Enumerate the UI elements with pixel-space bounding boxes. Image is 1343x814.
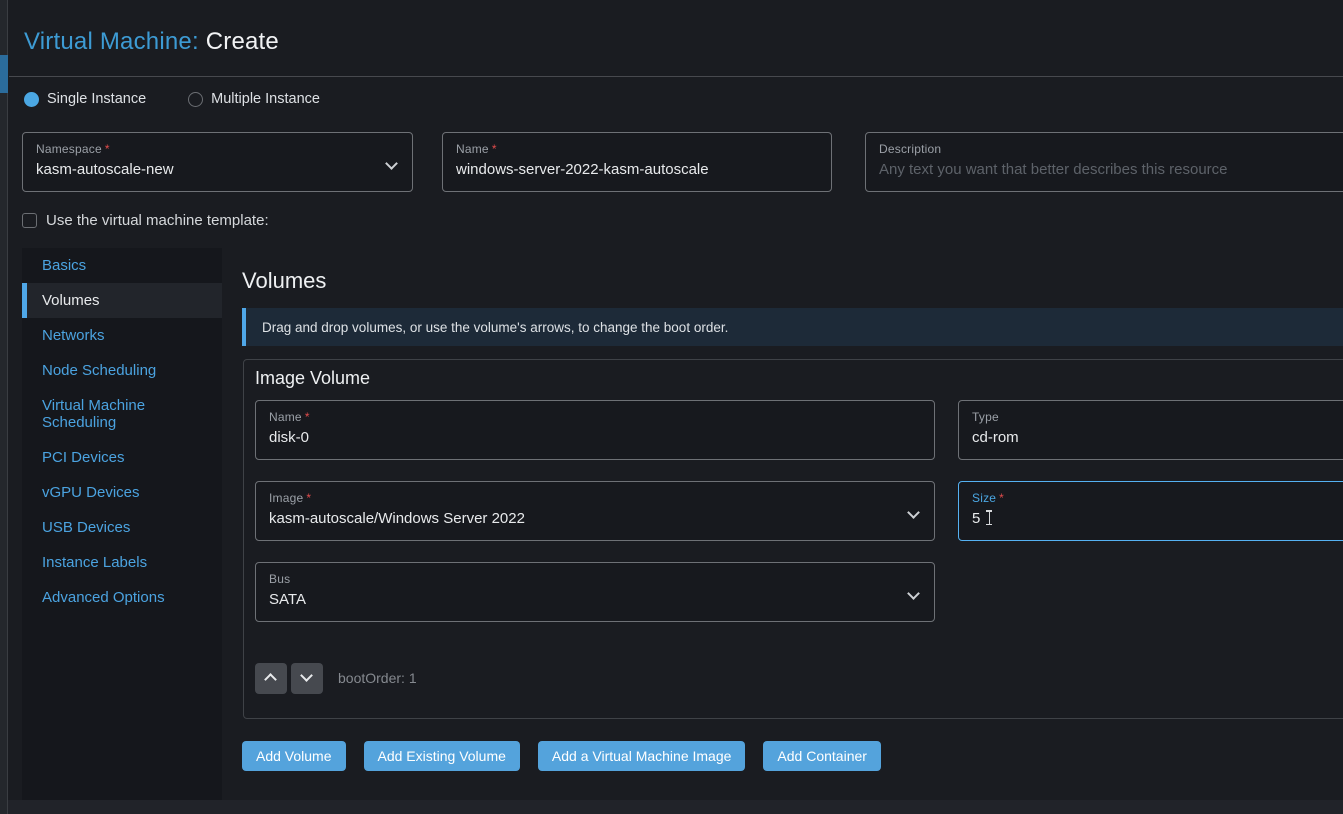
volume-image-label: Image — [269, 491, 303, 505]
use-template-checkbox-row: Use the virtual machine template: — [22, 212, 269, 229]
volume-actions: Add Volume Add Existing Volume Add a Vir… — [242, 741, 881, 771]
volume-bus-value: SATA — [269, 591, 920, 608]
radio-single-instance[interactable]: Single Instance — [24, 91, 146, 107]
tab-vgpu-devices[interactable]: vGPU Devices — [22, 475, 222, 510]
page-title: Virtual Machine: Create — [24, 28, 279, 56]
radio-multiple-instance[interactable]: Multiple Instance — [188, 91, 320, 107]
add-container-button[interactable]: Add Container — [763, 741, 881, 771]
radio-selected-icon — [24, 92, 39, 107]
tab-usb-devices[interactable]: USB Devices — [22, 510, 222, 545]
namespace-value: kasm-autoscale-new — [36, 161, 398, 178]
volume-size-input[interactable]: Size* 5 — [958, 481, 1343, 541]
volume-bus-label: Bus — [269, 572, 290, 586]
volume-name-label: Name — [269, 410, 302, 424]
app-nav-strip — [0, 0, 8, 814]
tab-virtual-machine-scheduling[interactable]: Virtual Machine Scheduling — [22, 388, 222, 440]
page-title-action: Create — [206, 28, 279, 55]
text-cursor-icon — [985, 510, 993, 525]
description-placeholder: Any text you want that better describes … — [879, 161, 1343, 178]
checkbox-unchecked-icon[interactable] — [22, 213, 37, 228]
namespace-label: Namespace — [36, 142, 102, 156]
instance-mode-radio-group: Single Instance Multiple Instance — [24, 90, 320, 108]
footer-strip — [8, 800, 1343, 814]
tab-instance-labels[interactable]: Instance Labels — [22, 545, 222, 580]
move-volume-down-button[interactable] — [291, 663, 323, 694]
boot-order-info-banner: Drag and drop volumes, or use the volume… — [242, 308, 1343, 346]
required-asterisk: * — [305, 410, 310, 424]
app-nav-active-indicator — [0, 55, 8, 93]
namespace-select[interactable]: Namespace* kasm-autoscale-new — [22, 132, 413, 192]
image-volume-card-title: Image Volume — [255, 368, 370, 389]
tab-networks[interactable]: Networks — [22, 318, 222, 353]
chevron-up-icon — [264, 673, 277, 686]
volume-name-value: disk-0 — [269, 429, 920, 446]
tab-basics[interactable]: Basics — [22, 248, 222, 283]
use-template-label: Use the virtual machine template: — [46, 212, 269, 229]
volume-size-label: Size — [972, 491, 996, 505]
tab-volumes[interactable]: Volumes — [22, 283, 222, 318]
volumes-section-heading: Volumes — [242, 268, 326, 294]
name-label: Name — [456, 142, 489, 156]
volume-type-label: Type — [972, 410, 999, 424]
radio-single-instance-label: Single Instance — [47, 91, 146, 107]
add-virtual-machine-image-button[interactable]: Add a Virtual Machine Image — [538, 741, 746, 771]
name-input[interactable]: Name* windows-server-2022-kasm-autoscale — [442, 132, 832, 192]
boot-order-info-text: Drag and drop volumes, or use the volume… — [262, 320, 728, 335]
form-tabs-sidebar: Basics Volumes Networks Node Scheduling … — [22, 248, 222, 800]
required-asterisk: * — [306, 491, 311, 505]
description-input[interactable]: Description Any text you want that bette… — [865, 132, 1343, 192]
required-asterisk: * — [105, 142, 110, 156]
volume-bus-select[interactable]: Bus SATA — [255, 562, 935, 622]
description-label: Description — [879, 142, 941, 156]
boot-order-value: bootOrder: 1 — [338, 670, 417, 686]
tab-node-scheduling[interactable]: Node Scheduling — [22, 353, 222, 388]
name-value: windows-server-2022-kasm-autoscale — [456, 161, 817, 178]
required-asterisk: * — [492, 142, 497, 156]
tab-pci-devices[interactable]: PCI Devices — [22, 440, 222, 475]
radio-multiple-instance-label: Multiple Instance — [211, 91, 320, 107]
volume-type-field[interactable]: Type cd-rom — [958, 400, 1343, 460]
add-volume-button[interactable]: Add Volume — [242, 741, 346, 771]
radio-unselected-icon — [188, 92, 203, 107]
volume-type-value: cd-rom — [972, 429, 1343, 446]
chevron-down-icon — [300, 669, 313, 682]
add-existing-volume-button[interactable]: Add Existing Volume — [364, 741, 520, 771]
volume-name-input[interactable]: Name* disk-0 — [255, 400, 935, 460]
tab-advanced-options[interactable]: Advanced Options — [22, 580, 222, 615]
volume-image-select[interactable]: Image* kasm-autoscale/Windows Server 202… — [255, 481, 935, 541]
volume-size-value: 5 — [972, 510, 980, 527]
required-asterisk: * — [999, 491, 1004, 505]
header-divider — [9, 76, 1343, 77]
move-volume-up-button[interactable] — [255, 663, 287, 694]
volume-image-value: kasm-autoscale/Windows Server 2022 — [269, 510, 920, 527]
page-title-resource: Virtual Machine: — [24, 28, 199, 55]
